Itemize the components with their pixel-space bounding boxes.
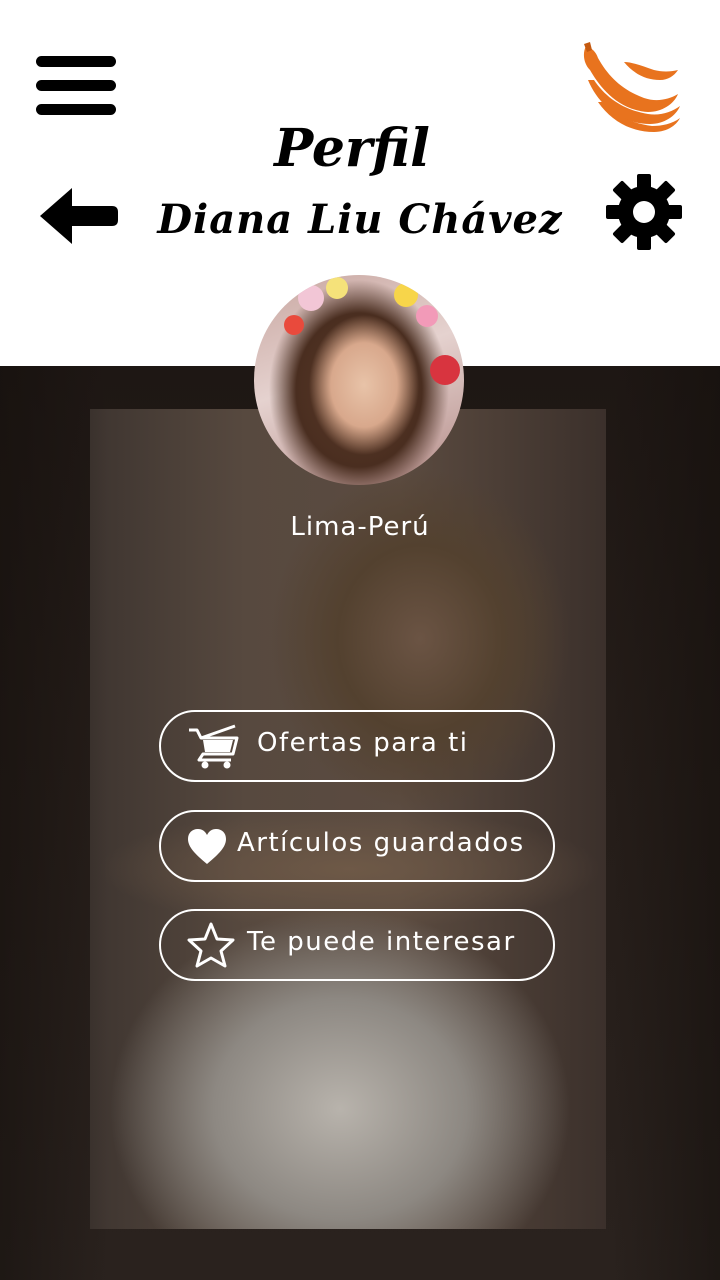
hamburger-line xyxy=(36,80,116,91)
flower-decoration xyxy=(284,315,304,335)
flower-decoration xyxy=(394,283,418,307)
star-icon xyxy=(187,921,235,973)
menu-button[interactable] xyxy=(36,56,116,116)
hamburger-line xyxy=(36,104,116,115)
flower-decoration xyxy=(326,277,348,299)
gear-icon xyxy=(606,174,682,250)
heart-icon xyxy=(187,828,227,870)
offers-button[interactable]: Ofertas para ti xyxy=(159,710,555,782)
flower-decoration xyxy=(298,285,324,311)
profile-location: Lima-Perú xyxy=(290,512,430,542)
flower-decoration xyxy=(430,355,460,385)
cart-icon xyxy=(187,724,241,774)
recommendations-button[interactable]: Te puede interesar xyxy=(159,909,555,981)
flower-decoration xyxy=(416,305,438,327)
avatar[interactable] xyxy=(254,275,464,485)
saved-items-label: Artículos guardados xyxy=(237,828,525,858)
offers-label: Ofertas para ti xyxy=(257,728,469,758)
arrow-left-icon xyxy=(40,188,118,244)
back-button[interactable] xyxy=(38,186,118,246)
hamburger-menu-icon xyxy=(36,56,116,67)
settings-button[interactable] xyxy=(606,174,682,250)
saved-items-button[interactable]: Artículos guardados xyxy=(159,810,555,882)
page-title: Perfil xyxy=(274,118,430,179)
recommendations-label: Te puede interesar xyxy=(247,927,516,957)
